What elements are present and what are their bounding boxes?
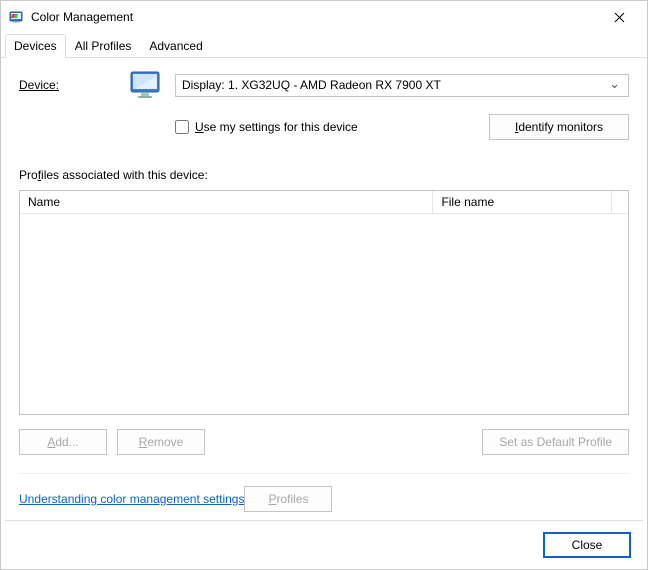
color-management-window: Color Management Devices All Profiles Ad…	[0, 0, 648, 570]
tab-devices[interactable]: Devices	[5, 34, 66, 58]
profiles-section-label: Profiles associated with this device:	[19, 168, 629, 182]
window-close-button[interactable]	[599, 3, 639, 31]
device-dropdown-value: Display: 1. XG32UQ - AMD Radeon RX 7900 …	[182, 78, 441, 92]
column-header-tail	[612, 191, 628, 214]
column-header-name[interactable]: Name	[20, 191, 433, 214]
add-button: Add...	[19, 429, 107, 455]
understanding-link[interactable]: Understanding color management settings	[19, 492, 244, 506]
remove-button: Remove	[117, 429, 205, 455]
bottom-link-row: Understanding color management settings …	[19, 486, 629, 512]
column-header-file[interactable]: File name	[433, 191, 612, 214]
profiles-list-body	[20, 214, 628, 414]
device-label: Device:	[19, 70, 129, 92]
use-my-settings-label: Use my settings for this device	[195, 120, 358, 134]
close-icon	[614, 12, 625, 23]
monitor-icon	[129, 70, 163, 100]
use-my-settings-input[interactable]	[175, 120, 189, 134]
use-my-settings-checkbox[interactable]: Use my settings for this device	[175, 120, 358, 134]
device-dropdown[interactable]: Display: 1. XG32UQ - AMD Radeon RX 7900 …	[175, 74, 629, 97]
tab-panel-devices: Device: Display: 1. XG32UQ - AMD Radeon …	[1, 58, 647, 520]
profiles-button: Profiles	[244, 486, 332, 512]
identify-monitors-button[interactable]: Identify monitors	[489, 114, 629, 140]
footer: Close	[1, 521, 647, 569]
profiles-list-header: Name File name	[20, 191, 628, 214]
window-title: Color Management	[31, 10, 599, 24]
app-icon	[9, 9, 25, 25]
titlebar: Color Management	[1, 1, 647, 33]
separator	[19, 473, 629, 474]
device-row: Device: Display: 1. XG32UQ - AMD Radeon …	[19, 70, 629, 140]
tab-all-profiles[interactable]: All Profiles	[66, 34, 141, 58]
tabstrip: Devices All Profiles Advanced	[1, 33, 647, 58]
close-button[interactable]: Close	[543, 532, 631, 558]
profile-buttons-row: Add... Remove Set as Default Profile	[19, 429, 629, 455]
profiles-list[interactable]: Name File name	[19, 190, 629, 415]
tab-advanced[interactable]: Advanced	[140, 34, 211, 58]
set-default-profile-button: Set as Default Profile	[482, 429, 629, 455]
